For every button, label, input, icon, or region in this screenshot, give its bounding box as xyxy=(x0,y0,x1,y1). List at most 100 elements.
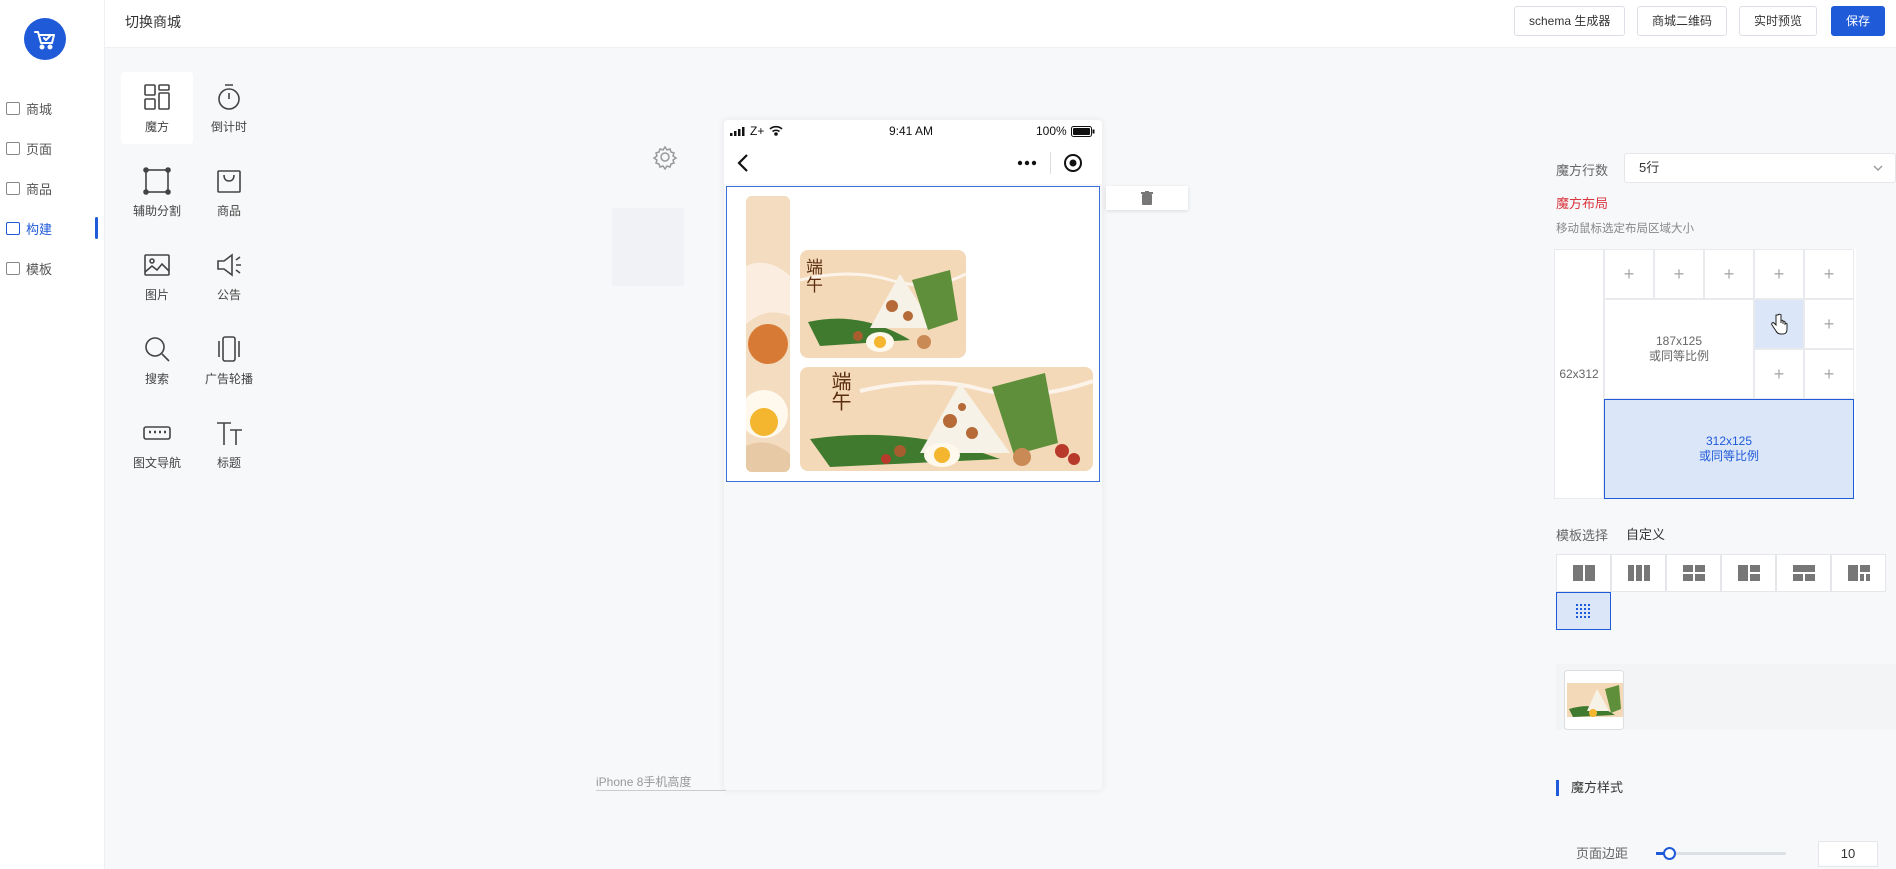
mall-qrcode-button[interactable]: 商城二维码 xyxy=(1637,6,1728,36)
switch-mall-link[interactable]: 切换商城 xyxy=(125,12,181,32)
nav-item-label: 页面 xyxy=(26,141,53,157)
top-bar: 切换商城 schema 生成器 商城二维码 实时预览 保存 xyxy=(105,0,1896,48)
rows-select[interactable]: 5行 xyxy=(1624,153,1896,183)
nav-item-label: 构建 xyxy=(26,221,53,237)
magic-cube-icon xyxy=(144,83,170,110)
layout-grid[interactable]: 62x312 + + + + + 187x125 或同等比例 + + + 312… xyxy=(1554,249,1856,499)
search-icon xyxy=(145,336,170,362)
grid-cell[interactable]: + xyxy=(1654,249,1704,299)
nav-item-label: 模板 xyxy=(26,261,53,277)
template-option-2[interactable] xyxy=(1611,554,1666,592)
hand-cursor-icon xyxy=(1771,313,1788,335)
grid-block-middle[interactable]: 187x125 或同等比例 xyxy=(1604,299,1754,399)
layout-top-big-icon xyxy=(1792,565,1815,581)
rice-dumpling-image xyxy=(800,250,966,358)
slider-handle[interactable] xyxy=(1663,847,1676,860)
shopping-bag-icon xyxy=(217,169,241,193)
component-image-nav[interactable]: 图文导航 xyxy=(121,408,193,480)
goods-icon xyxy=(6,181,20,195)
delete-component-button[interactable] xyxy=(1106,186,1188,210)
template-option-3[interactable] xyxy=(1666,554,1721,592)
nav-item-shop[interactable]: 商城 xyxy=(6,97,98,119)
back-arrow-icon[interactable] xyxy=(736,153,750,173)
grid-cell[interactable]: + xyxy=(1754,249,1804,299)
layout-two-col-icon xyxy=(1572,565,1595,581)
cube-style-title: 魔方样式 xyxy=(1556,780,1623,796)
component-divider[interactable]: 辅助分割 xyxy=(121,156,193,228)
wifi-icon xyxy=(769,125,783,136)
component-announcement[interactable]: 公告 xyxy=(193,240,265,312)
cube-block-bottom[interactable]: 端午 xyxy=(800,367,1093,471)
grid-cell-hover[interactable] xyxy=(1754,299,1804,349)
nav-item-page[interactable]: 页面 xyxy=(6,137,98,159)
cube-block-left[interactable] xyxy=(746,196,790,472)
grid-cell[interactable]: + xyxy=(1804,299,1854,349)
page-margin-input[interactable]: 10 xyxy=(1818,841,1878,867)
grid-cell[interactable]: + xyxy=(1804,349,1854,399)
grid-cell[interactable]: + xyxy=(1604,249,1654,299)
chevron-down-icon xyxy=(1873,165,1883,171)
left-nav: 商城 页面 商品 构建 模板 xyxy=(0,0,105,869)
shop-icon xyxy=(6,101,20,115)
template-option-custom[interactable] xyxy=(1556,592,1611,630)
nav-item-template[interactable]: 模板 xyxy=(6,257,98,279)
component-search[interactable]: 搜索 xyxy=(121,324,193,396)
template-label: 模板选择 xyxy=(1556,528,1609,543)
trash-icon xyxy=(1141,191,1153,205)
gear-icon[interactable] xyxy=(652,144,678,170)
live-preview-button[interactable]: 实时预览 xyxy=(1739,6,1818,36)
page-icon xyxy=(6,141,20,155)
record-target-icon[interactable] xyxy=(1063,153,1083,173)
divider-icon xyxy=(143,166,171,195)
image-icon xyxy=(144,253,170,276)
component-magic-cube[interactable]: 魔方 xyxy=(121,72,193,144)
layout-three-col-icon xyxy=(1627,565,1650,581)
phone-nav-bar xyxy=(724,142,1102,184)
phone-height-hint: iPhone 8手机高度 xyxy=(596,773,726,791)
image-thumbnail[interactable] xyxy=(1564,670,1624,730)
banner-text: 端午 xyxy=(828,371,852,411)
template-option-1[interactable] xyxy=(1556,554,1611,592)
component-countdown[interactable]: 倒计时 xyxy=(193,72,265,144)
banner-text: 端午 xyxy=(802,258,822,294)
component-image[interactable]: 图片 xyxy=(121,240,193,312)
layout-left-big-icon xyxy=(1737,565,1760,581)
battery-icon xyxy=(1071,126,1095,137)
build-icon xyxy=(6,221,20,235)
grid-block-left[interactable]: 62x312 xyxy=(1554,249,1604,499)
template-option-5[interactable] xyxy=(1776,554,1831,592)
grid-cell[interactable]: + xyxy=(1704,249,1754,299)
template-option-6[interactable] xyxy=(1831,554,1886,592)
grid-cell[interactable]: + xyxy=(1804,249,1854,299)
component-carousel[interactable]: 广告轮播 xyxy=(193,324,265,396)
nav-item-goods[interactable]: 商品 xyxy=(6,177,98,199)
template-option-4[interactable] xyxy=(1721,554,1776,592)
nav-item-label: 商品 xyxy=(26,181,53,197)
nav-item-build[interactable]: 构建 xyxy=(6,217,98,239)
layout-mixed-icon xyxy=(1847,565,1870,581)
template-icon xyxy=(6,261,20,275)
schema-generator-button[interactable]: schema 生成器 xyxy=(1514,6,1626,36)
custom-grid-icon xyxy=(1575,604,1590,618)
grid-cell[interactable]: + xyxy=(1754,349,1804,399)
nav-item-label: 商城 xyxy=(26,101,53,117)
phone-time: 9:41 AM xyxy=(889,124,934,138)
carousel-icon xyxy=(218,335,240,362)
logo-icon[interactable] xyxy=(24,18,66,60)
dragon-boat-banner-image xyxy=(746,196,790,472)
phone-status-bar: Z+ 9:41 AM 100% xyxy=(724,120,1102,142)
component-goods[interactable]: 商品 xyxy=(193,156,265,228)
page-margin-label: 页面边距 xyxy=(1576,846,1629,861)
active-indicator xyxy=(95,217,98,239)
component-title[interactable]: 标题 xyxy=(193,408,265,480)
save-button[interactable]: 保存 xyxy=(1831,6,1886,36)
title-icon xyxy=(217,421,242,445)
grid-block-bottom[interactable]: 312x125 或同等比例 xyxy=(1604,399,1854,499)
layout-hint: 移动鼠标选定布局区域大小 xyxy=(1556,223,1694,235)
magic-cube-preview[interactable]: 端午 端午 xyxy=(726,186,1100,482)
template-value: 自定义 xyxy=(1626,527,1666,542)
more-dots-icon[interactable] xyxy=(1017,160,1037,166)
cube-block-middle[interactable]: 端午 xyxy=(800,250,966,358)
keyboard-nav-icon xyxy=(143,425,171,440)
page-margin-slider[interactable] xyxy=(1656,847,1786,860)
